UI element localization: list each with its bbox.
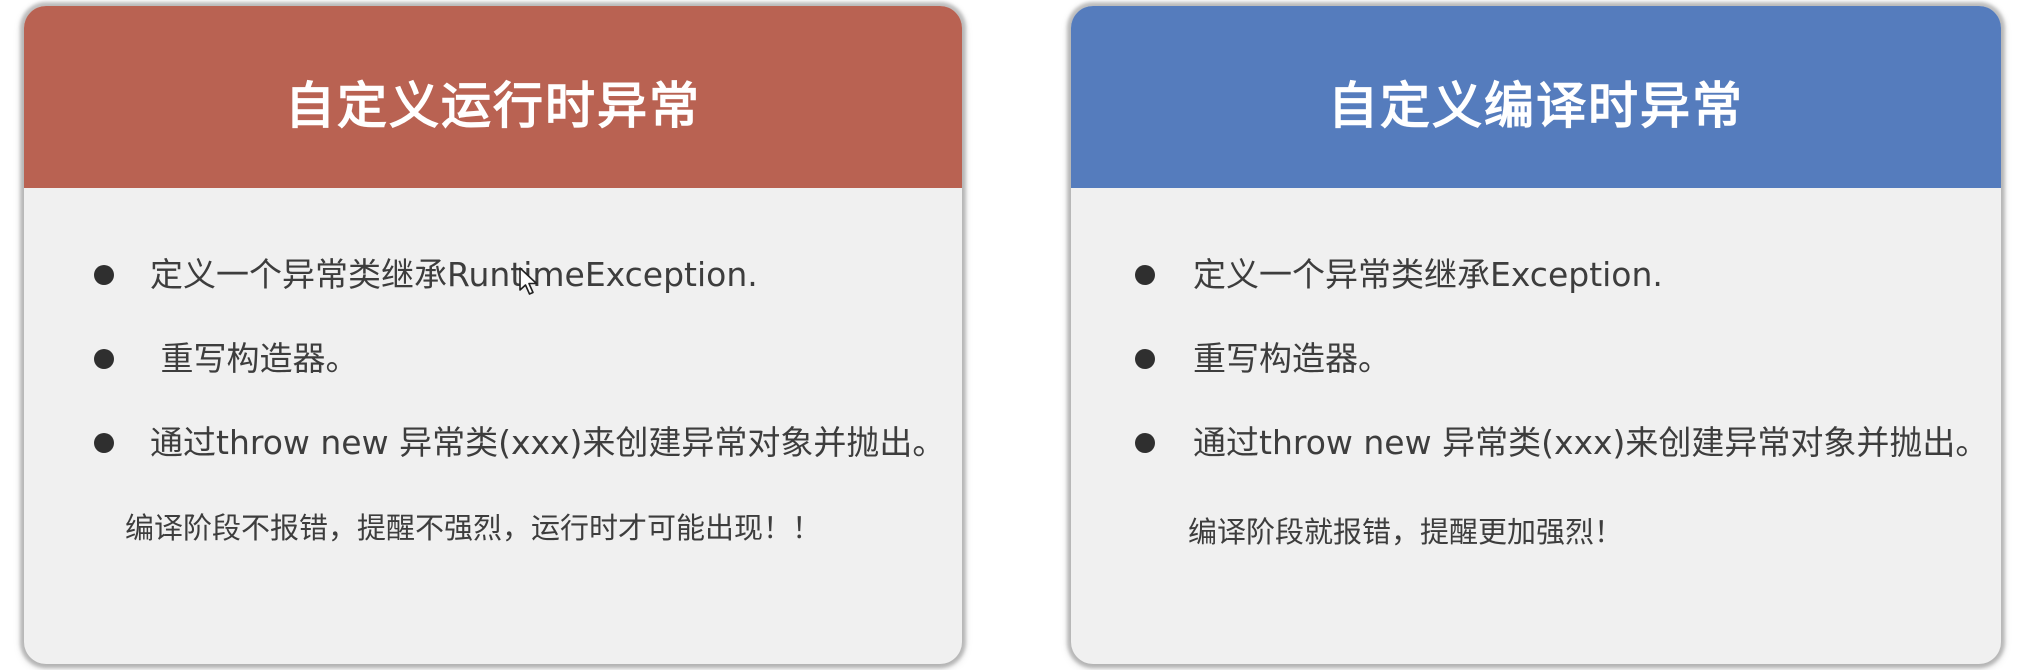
- bullet-icon: [94, 433, 114, 453]
- list-item-text: 定义一个异常类继承RuntimeException.: [150, 255, 758, 294]
- list-item: 定义一个异常类继承RuntimeException.: [24, 250, 962, 300]
- bullet-icon: [94, 349, 114, 369]
- runtime-exception-card: 自定义运行时异常 定义一个异常类继承RuntimeException. 重写构造…: [24, 6, 962, 664]
- checked-exception-card: 自定义编译时异常 定义一个异常类继承Exception. 重写构造器。 通过th…: [1071, 6, 2001, 664]
- bullet-icon: [1135, 265, 1155, 285]
- list-item: 重写构造器。: [24, 334, 962, 384]
- list-item: 通过throw new 异常类(xxx)来创建异常对象并抛出。: [1071, 418, 2001, 468]
- list-item: 定义一个异常类继承Exception.: [1071, 250, 2001, 300]
- checked-exception-note: 编译阶段就报错，提醒更加强烈！: [1188, 515, 1624, 549]
- checked-exception-card-header: 自定义编译时异常: [1071, 6, 2001, 188]
- list-item-text: 定义一个异常类继承Exception.: [1193, 255, 1663, 294]
- runtime-exception-note: 编译阶段不报错，提醒不强烈，运行时才可能出现！！: [125, 511, 822, 545]
- bullet-icon: [1135, 433, 1155, 453]
- list-item-text: 重写构造器。: [150, 339, 359, 378]
- checked-exception-card-title: 自定义编译时异常: [1328, 77, 1744, 135]
- list-item-text: 通过throw new 异常类(xxx)来创建异常对象并抛出。: [150, 423, 946, 462]
- mouse-pointer-icon: [519, 267, 538, 295]
- list-item-text: 通过throw new 异常类(xxx)来创建异常对象并抛出。: [1193, 423, 1989, 462]
- bullet-icon: [94, 265, 114, 285]
- list-item-text: 重写构造器。: [1193, 339, 1391, 378]
- list-item: 重写构造器。: [1071, 334, 2001, 384]
- runtime-exception-card-title: 自定义运行时异常: [285, 77, 701, 135]
- bullet-icon: [1135, 349, 1155, 369]
- runtime-exception-card-header: 自定义运行时异常: [24, 6, 962, 188]
- list-item: 通过throw new 异常类(xxx)来创建异常对象并抛出。: [24, 418, 962, 468]
